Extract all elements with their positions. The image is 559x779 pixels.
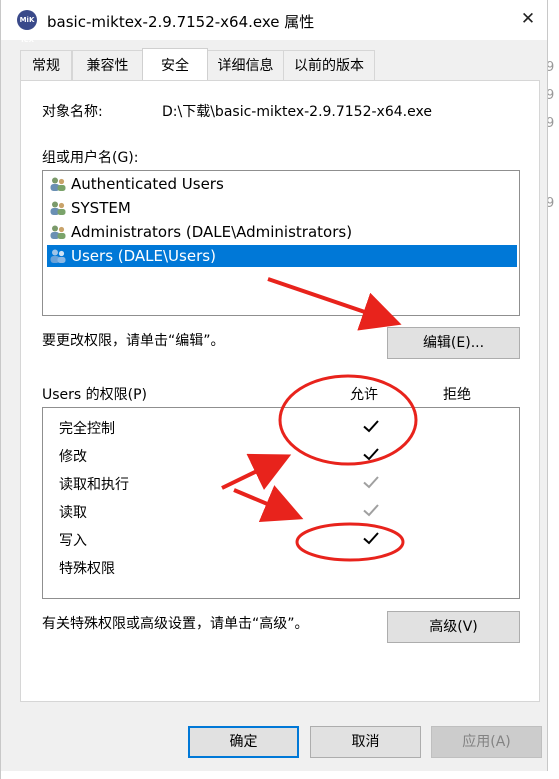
permissions-label: Users 的权限(P) bbox=[42, 387, 148, 403]
group-name: SYSTEM bbox=[71, 199, 131, 217]
table-row: 修改 bbox=[59, 442, 519, 468]
object-name-value: D:\下载\basic-miktex-2.9.7152-x64.exe bbox=[162, 104, 432, 120]
permission-name: 修改 bbox=[59, 449, 87, 465]
window-title: basic-miktex-2.9.7152-x64.exe 属性 bbox=[47, 13, 315, 31]
group-name: Users (DALE\Users) bbox=[71, 247, 216, 265]
miktex-app-icon: MiK TeX bbox=[17, 10, 37, 44]
permission-name: 特殊权限 bbox=[59, 561, 115, 577]
security-tab-panel: 对象名称: D:\下载\basic-miktex-2.9.7152-x64.ex… bbox=[20, 80, 540, 702]
tab-general[interactable]: 常规 bbox=[20, 50, 72, 80]
object-name-label: 对象名称: bbox=[42, 104, 103, 120]
check-icon bbox=[363, 420, 379, 433]
user-group-icon bbox=[50, 201, 66, 215]
check-icon bbox=[363, 532, 379, 545]
permission-name: 写入 bbox=[59, 533, 87, 549]
tab-security[interactable]: 安全 bbox=[142, 48, 208, 80]
edit-hint-text: 要更改权限，请单击“编辑”。 bbox=[42, 333, 225, 349]
table-row: 读取和执行 bbox=[59, 470, 519, 496]
check-grey-icon bbox=[363, 504, 379, 517]
group-name: Administrators (DALE\Administrators) bbox=[71, 223, 353, 241]
group-name: Authenticated Users bbox=[71, 175, 224, 193]
advanced-hint-text: 有关特殊权限或高级设置，请单击“高级”。 bbox=[42, 616, 309, 632]
permission-name: 读取 bbox=[59, 505, 87, 521]
check-grey-icon bbox=[363, 476, 379, 489]
tab-details[interactable]: 详细信息 bbox=[207, 50, 284, 80]
title-bar[interactable]: MiK TeX basic-miktex-2.9.7152-x64.exe 属性… bbox=[1, 0, 547, 44]
check-icon bbox=[363, 448, 379, 461]
apply-button[interactable]: 应用(A) bbox=[431, 726, 542, 758]
properties-dialog: MiK TeX basic-miktex-2.9.7152-x64.exe 属性… bbox=[0, 0, 549, 779]
deny-column-header: 拒绝 bbox=[443, 387, 471, 403]
user-group-icon bbox=[50, 177, 66, 191]
tab-previous-versions[interactable]: 以前的版本 bbox=[283, 50, 375, 80]
ok-button[interactable]: 确定 bbox=[188, 726, 299, 758]
list-item-selected[interactable]: Users (DALE\Users) bbox=[47, 245, 517, 267]
cancel-button[interactable]: 取消 bbox=[310, 726, 421, 758]
group-list-label: 组或用户名(G): bbox=[42, 150, 139, 166]
close-icon[interactable]: ✕ bbox=[517, 8, 539, 30]
table-row: 完全控制 bbox=[59, 414, 519, 440]
edit-button[interactable]: 编辑(E)... bbox=[387, 327, 520, 359]
table-row: 读取 bbox=[59, 498, 519, 524]
table-row: 特殊权限 bbox=[59, 554, 519, 580]
table-row: 写入 bbox=[59, 526, 519, 552]
advanced-button[interactable]: 高级(V) bbox=[387, 611, 520, 643]
tab-compatibility[interactable]: 兼容性 bbox=[72, 50, 143, 80]
group-user-list[interactable]: Authenticated Users SYSTEM Administrator… bbox=[42, 170, 520, 316]
permissions-table: 完全控制 修改 读取和执行 读取 写入 特殊权限 bbox=[42, 407, 520, 599]
allow-column-header: 允许 bbox=[350, 387, 378, 403]
user-group-icon bbox=[50, 225, 66, 239]
permission-name: 读取和执行 bbox=[59, 477, 129, 493]
user-group-icon bbox=[50, 249, 66, 263]
permission-name: 完全控制 bbox=[59, 421, 115, 437]
bottom-edge bbox=[1, 771, 549, 779]
